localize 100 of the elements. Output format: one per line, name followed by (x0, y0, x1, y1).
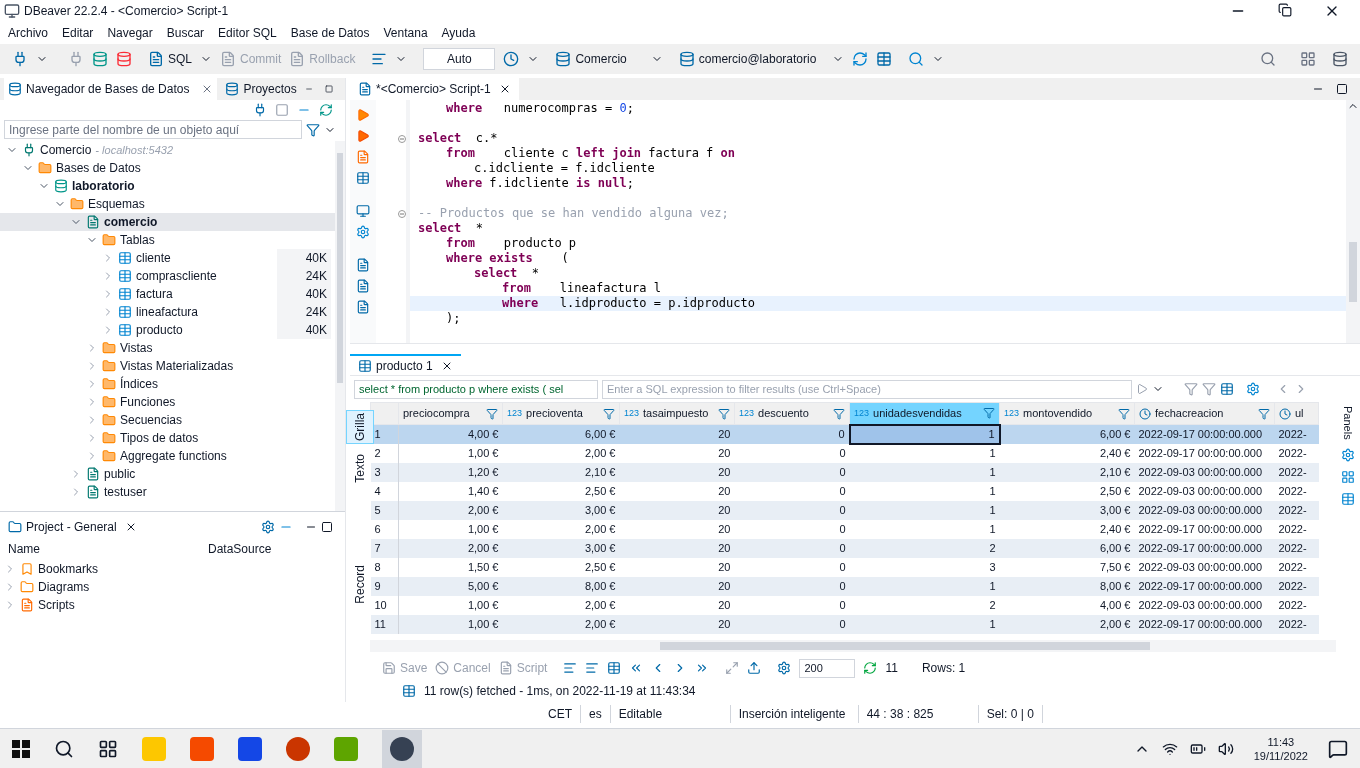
scrollbar[interactable] (1346, 100, 1360, 343)
restore-icon[interactable] (1278, 3, 1292, 17)
results-tab[interactable]: producto 1 (350, 354, 461, 375)
menu-item[interactable]: Navegar (107, 24, 153, 42)
lines-icon[interactable] (585, 661, 600, 675)
project-item[interactable]: Bookmarks (38, 560, 99, 578)
clock-time[interactable]: 11:43 (1267, 734, 1295, 749)
datasource-selector[interactable]: Comercio (555, 50, 663, 68)
app-icon[interactable] (334, 736, 358, 761)
filter-icon[interactable] (1118, 407, 1130, 420)
refresh-icon[interactable] (863, 661, 878, 675)
tree-item[interactable]: Índices (0, 375, 335, 393)
filter-icon[interactable] (833, 407, 845, 420)
view-tab[interactable]: Record (347, 562, 373, 606)
row-number[interactable]: 7 (370, 538, 399, 558)
clock-date[interactable]: 19/11/2022 (1253, 748, 1308, 763)
column-header[interactable]: fechacreacion (1134, 402, 1275, 425)
clock-icon[interactable] (503, 51, 520, 67)
filter-expression-field[interactable]: Enter a SQL expression to filter results (use Ctrl+Space) (602, 379, 1132, 399)
tree-item[interactable]: factura 40K (0, 285, 335, 303)
panel-tab[interactable]: Proyectos (221, 78, 301, 100)
table-icon[interactable] (356, 171, 370, 185)
filter-icon[interactable] (983, 407, 995, 420)
grid-icon[interactable] (1300, 51, 1316, 67)
notification-icon[interactable] (1328, 738, 1348, 759)
tree-item[interactable]: Bases de Datos (0, 159, 335, 177)
settings-icon[interactable] (777, 661, 792, 675)
menu-item[interactable]: Archivo (8, 24, 48, 42)
schema-selector[interactable]: comercio@laboratorio (678, 50, 845, 68)
row-number[interactable]: 9 (370, 576, 399, 596)
filter-icon[interactable] (718, 407, 730, 420)
tree-item[interactable]: public (0, 465, 335, 483)
maximize-icon[interactable] (1336, 83, 1348, 95)
export-icon[interactable] (747, 661, 762, 675)
menu-item[interactable]: Editor SQL (218, 24, 277, 42)
column-header[interactable]: 123 unidadesvendidas (849, 402, 1000, 425)
menu-item[interactable]: Editar (62, 24, 94, 42)
app-icon[interactable] (238, 736, 262, 761)
active-app-icon[interactable] (382, 729, 422, 768)
filter-icon[interactable] (306, 122, 320, 137)
sync-icon[interactable] (319, 103, 333, 117)
plug-icon[interactable] (253, 103, 267, 117)
table-icon[interactable] (1220, 382, 1234, 396)
menu-item[interactable]: Ventana (383, 24, 428, 42)
document-icon[interactable] (356, 150, 370, 164)
tree-item[interactable]: cliente 40K (0, 249, 335, 267)
document-icon[interactable] (356, 258, 370, 272)
tree-item[interactable]: Aggregate functions (0, 447, 335, 465)
settings-icon[interactable] (1341, 447, 1355, 462)
horizontal-scrollbar[interactable] (370, 640, 1336, 652)
filter-icon[interactable] (603, 407, 615, 420)
tree-item[interactable]: Vistas (0, 339, 335, 357)
view-tab[interactable]: Grilla (346, 410, 374, 444)
task-view-icon[interactable] (98, 738, 118, 759)
row-number[interactable]: 1 (370, 424, 399, 444)
scrollbar[interactable] (335, 141, 345, 511)
panel-tab[interactable]: Navegador de Bases de Datos (4, 78, 218, 100)
plug-icon[interactable] (12, 51, 28, 67)
expand-icon[interactable] (725, 661, 740, 675)
refresh-icon[interactable] (852, 51, 869, 67)
document-icon[interactable] (356, 300, 370, 314)
filter-icon[interactable] (486, 407, 498, 420)
transaction-mode-field[interactable]: Auto (423, 48, 496, 70)
sql-button[interactable]: SQL (148, 50, 192, 68)
menu-item[interactable]: Buscar (166, 24, 205, 42)
document-icon[interactable] (356, 279, 370, 293)
layout-icon[interactable] (275, 103, 289, 117)
run-icon[interactable] (356, 108, 370, 122)
row-number[interactable]: 8 (370, 557, 399, 577)
fold-icon[interactable] (398, 135, 406, 143)
fold-icon[interactable] (398, 210, 406, 218)
filter-icon[interactable] (1258, 407, 1270, 420)
tree-item[interactable]: Esquemas (0, 195, 335, 213)
scroll-thumb[interactable] (1349, 242, 1357, 302)
tree-item[interactable]: comercio (0, 213, 335, 231)
table-icon[interactable] (1341, 491, 1355, 506)
run-icon[interactable] (356, 129, 370, 143)
maximize-icon[interactable] (321, 521, 333, 533)
tree-item[interactable]: testuser (0, 483, 335, 501)
row-number[interactable]: 3 (370, 462, 399, 482)
settings-icon[interactable] (356, 225, 370, 239)
editor-tab[interactable]: *<Comercio> Script-1 (350, 78, 519, 100)
project-item[interactable]: Scripts (38, 596, 75, 614)
tree-item[interactable]: Vistas Materializadas (0, 357, 335, 375)
table-icon[interactable] (876, 51, 893, 67)
lines-icon[interactable] (563, 661, 578, 675)
tree-item[interactable]: comprascliente 24K (0, 267, 335, 285)
row-number[interactable]: 5 (370, 500, 399, 520)
column-header[interactable]: 123 tasaimpuesto (619, 402, 735, 425)
row-number[interactable]: 10 (370, 595, 399, 615)
table-icon[interactable] (607, 661, 622, 675)
tree-item[interactable]: Tipos de datos (0, 429, 335, 447)
filter-icon[interactable] (1202, 382, 1216, 396)
tree-item[interactable]: Funciones (0, 393, 335, 411)
tree-item[interactable]: lineafactura 24K (0, 303, 335, 321)
fetch-size-field[interactable]: 200 (799, 658, 856, 678)
monitor-icon[interactable] (356, 204, 370, 218)
column-header[interactable]: preciocompra (398, 402, 503, 425)
tree-item[interactable]: laboratorio (0, 177, 335, 195)
search-icon[interactable] (54, 738, 74, 759)
